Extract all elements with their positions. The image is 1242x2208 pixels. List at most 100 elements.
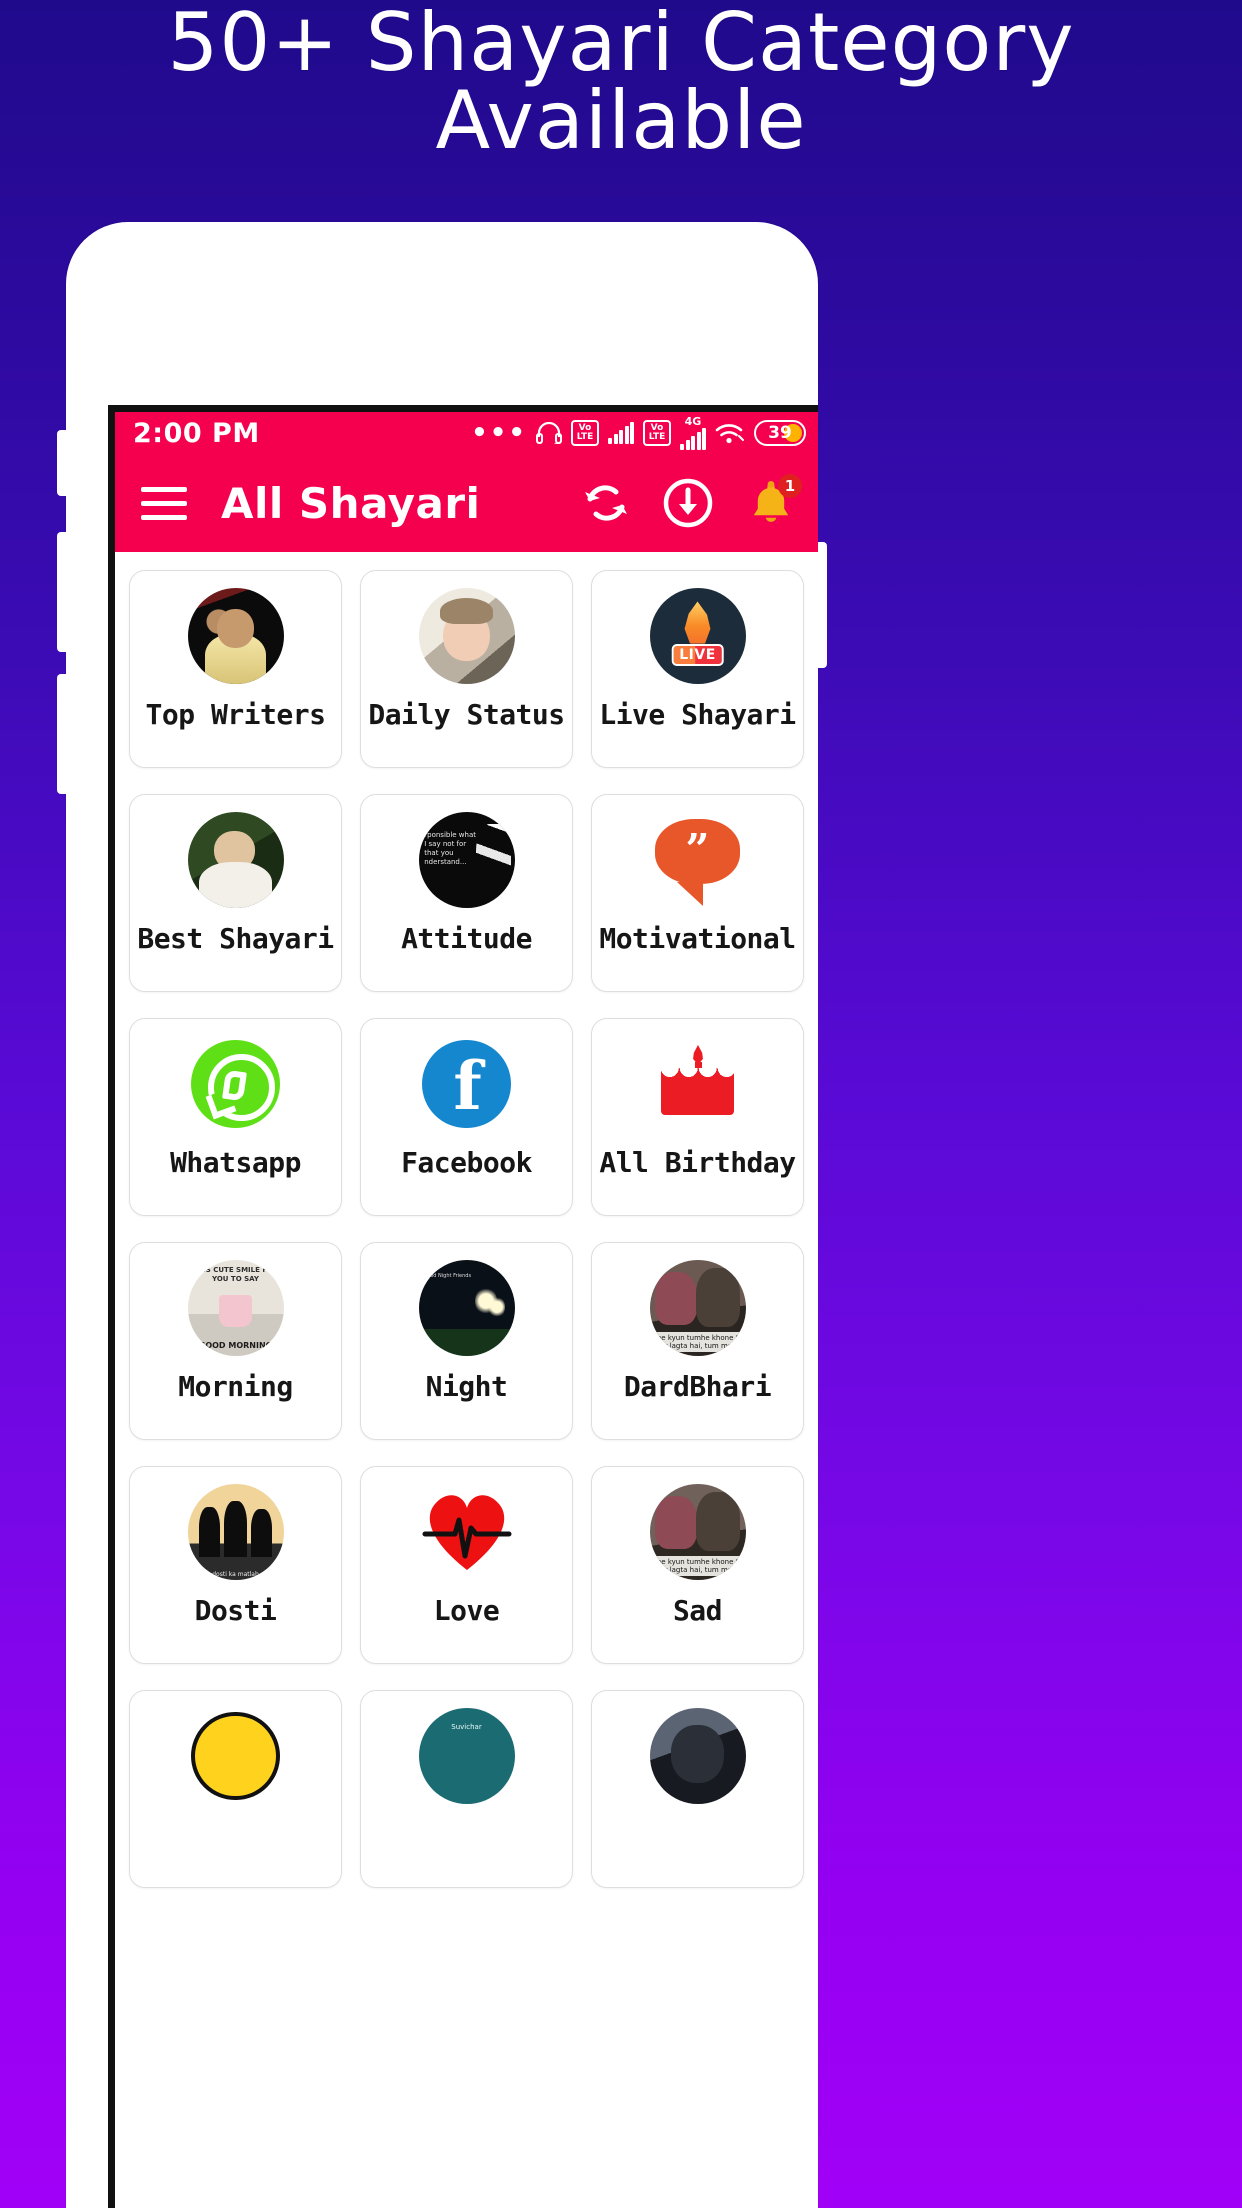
signal-bars-icon-2: [680, 427, 706, 450]
couple-photo-thumb: jane kyun tumhe khone Se dar lagta hai, …: [649, 1260, 746, 1356]
sad-caption: jane kyun tumhe khone Se dar lagta hai, …: [649, 1556, 746, 1577]
morning-overlay-text: THIS CUTE SMILE FOR YOU TO SAY: [192, 1265, 279, 1283]
silhouette-shape: [250, 1508, 272, 1557]
hamburger-line: [141, 486, 187, 492]
notification-badge: 1: [778, 474, 802, 498]
app-bar: All Shayari 1: [115, 454, 818, 552]
teal-quote-thumb: Suvichar: [418, 1708, 515, 1804]
phone-power-button: [817, 542, 827, 668]
category-card-all-birthday[interactable]: All Birthday: [591, 1018, 804, 1216]
category-label: All Birthday: [599, 1146, 796, 1179]
download-icon[interactable]: [662, 477, 714, 529]
whatsapp-icon: [187, 1036, 284, 1132]
friends-silhouette-thumb: dosti ka matlab: [187, 1484, 284, 1580]
category-label: Facebook: [401, 1146, 532, 1179]
phone-mockup: 2:00 PM ••• Vo LTE Vo LTE 4G 39 All Shay…: [57, 222, 827, 2208]
person-shape: [695, 1267, 740, 1328]
page-title: 50+ Shayari Category Available: [167, 0, 1075, 167]
volte-label-lte-2: LTE: [648, 432, 666, 442]
category-card-top-writers[interactable]: Top Writers: [129, 570, 342, 768]
refresh-icon[interactable]: [580, 477, 632, 529]
hamburger-menu-icon[interactable]: [141, 486, 187, 520]
category-card-live-shayari[interactable]: LIVE Live Shayari: [591, 570, 804, 768]
category-card-love[interactable]: Love: [360, 1466, 573, 1664]
category-card-dardbhari[interactable]: jane kyun tumhe khone Se dar lagta hai, …: [591, 1242, 804, 1440]
dark-photo-thumb: [649, 1708, 746, 1804]
hamburger-line: [141, 514, 187, 520]
status-clock: 2:00 PM: [133, 417, 260, 449]
category-card-morning[interactable]: THIS CUTE SMILE FOR YOU TO SAY GOOD MORN…: [129, 1242, 342, 1440]
category-card-night[interactable]: Good Night Friends Night: [360, 1242, 573, 1440]
device-screen: 2:00 PM ••• Vo LTE Vo LTE 4G 39 All Shay…: [108, 405, 818, 2208]
cake-body: [661, 1068, 734, 1115]
category-card-best-shayari[interactable]: Best Shayari: [129, 794, 342, 992]
attitude-figure: [476, 823, 511, 891]
live-badge: LIVE: [671, 643, 724, 666]
dosti-caption: dosti ka matlab: [212, 1571, 259, 1579]
category-card-motivational[interactable]: ” Motivational: [591, 794, 804, 992]
category-label: Love: [433, 1594, 500, 1627]
smiley-icon: [187, 1708, 284, 1804]
poet-photo-thumb: [187, 812, 284, 908]
four-g-signal-icon: 4G: [680, 416, 706, 450]
silhouette-shape: [199, 1507, 221, 1557]
quote-glyph: ”: [685, 824, 710, 874]
category-label: DardBhari: [623, 1370, 772, 1403]
category-card-attitude[interactable]: rponsible what I say not for that you nd…: [360, 794, 573, 992]
app-bar-actions: 1: [580, 474, 804, 530]
category-card-sad[interactable]: jane kyun tumhe khone Se dar lagta hai, …: [591, 1466, 804, 1664]
wifi-icon: [715, 424, 744, 444]
category-card-partial-3[interactable]: [591, 1690, 804, 1888]
person-shape: [655, 1495, 698, 1550]
category-card-partial-1[interactable]: [129, 1690, 342, 1888]
volte-icon-2: Vo LTE: [643, 420, 671, 446]
live-flame-icon: LIVE: [649, 588, 746, 684]
more-dots-icon: •••: [471, 418, 527, 448]
app-bar-title: All Shayari: [221, 478, 481, 528]
speech-bubble: ”: [655, 818, 740, 907]
morning-mug-thumb: THIS CUTE SMILE FOR YOU TO SAY GOOD MORN…: [187, 1260, 284, 1356]
attitude-overlay-text: rponsible what I say not for that you nd…: [424, 831, 476, 867]
quote-bubble-icon: ”: [649, 812, 746, 908]
person-shape: [655, 1271, 698, 1326]
night-light-glow: [488, 1296, 505, 1319]
sad-couple-thumb: jane kyun tumhe khone Se dar lagta hai, …: [649, 1484, 746, 1580]
phone-volume-up-button: [57, 532, 67, 652]
teal-overlay-text: Suvichar: [451, 1723, 482, 1732]
category-label: Attitude: [401, 922, 532, 955]
heartbeat-icon: [418, 1484, 515, 1580]
category-card-daily-status[interactable]: Daily Status: [360, 570, 573, 768]
category-card-dosti[interactable]: dosti ka matlab Dosti: [129, 1466, 342, 1664]
writer-photo-thumb: [187, 588, 284, 684]
smiley-face: [191, 1711, 280, 1801]
category-label: Morning: [178, 1370, 293, 1403]
category-label: Night: [425, 1370, 508, 1403]
notification-bell-icon[interactable]: 1: [744, 474, 802, 530]
night-overlay-text: Good Night Friends: [423, 1273, 472, 1280]
category-card-whatsapp[interactable]: Whatsapp: [129, 1018, 342, 1216]
category-card-facebook[interactable]: f Facebook: [360, 1018, 573, 1216]
facebook-f-glyph: f: [453, 1047, 482, 1126]
volte-label-lte: LTE: [576, 432, 594, 442]
attitude-quote-thumb: rponsible what I say not for that you nd…: [418, 812, 515, 908]
night-scene-thumb: Good Night Friends: [418, 1260, 515, 1356]
category-label: Top Writers: [145, 698, 326, 731]
category-label: Motivational: [599, 922, 796, 955]
category-label: Live Shayari: [599, 698, 796, 731]
headphones-icon: [536, 422, 562, 444]
phone-volume-down-button: [57, 674, 67, 794]
silhouette-shape: [223, 1501, 247, 1557]
flame-icon: [684, 601, 711, 644]
phone-side-button: [57, 430, 67, 496]
category-label: Sad: [672, 1594, 723, 1627]
dardbhari-caption: jane kyun tumhe khone Se dar lagta hai, …: [649, 1332, 746, 1353]
category-card-partial-2[interactable]: Suvichar: [360, 1690, 573, 1888]
birthday-cake-icon: [649, 1036, 746, 1132]
baby-photo-thumb: [418, 588, 515, 684]
promo-screenshot: 50+ Shayari Category Available 2:00 PM •…: [0, 0, 1242, 2208]
signal-bars-icon-1: [608, 422, 634, 444]
battery-percent-label: 39: [768, 423, 792, 443]
mug-shape: [219, 1294, 252, 1328]
facebook-icon: f: [418, 1036, 515, 1132]
category-grid: Top Writers Daily Status LIVE Live Shaya…: [115, 552, 818, 1888]
